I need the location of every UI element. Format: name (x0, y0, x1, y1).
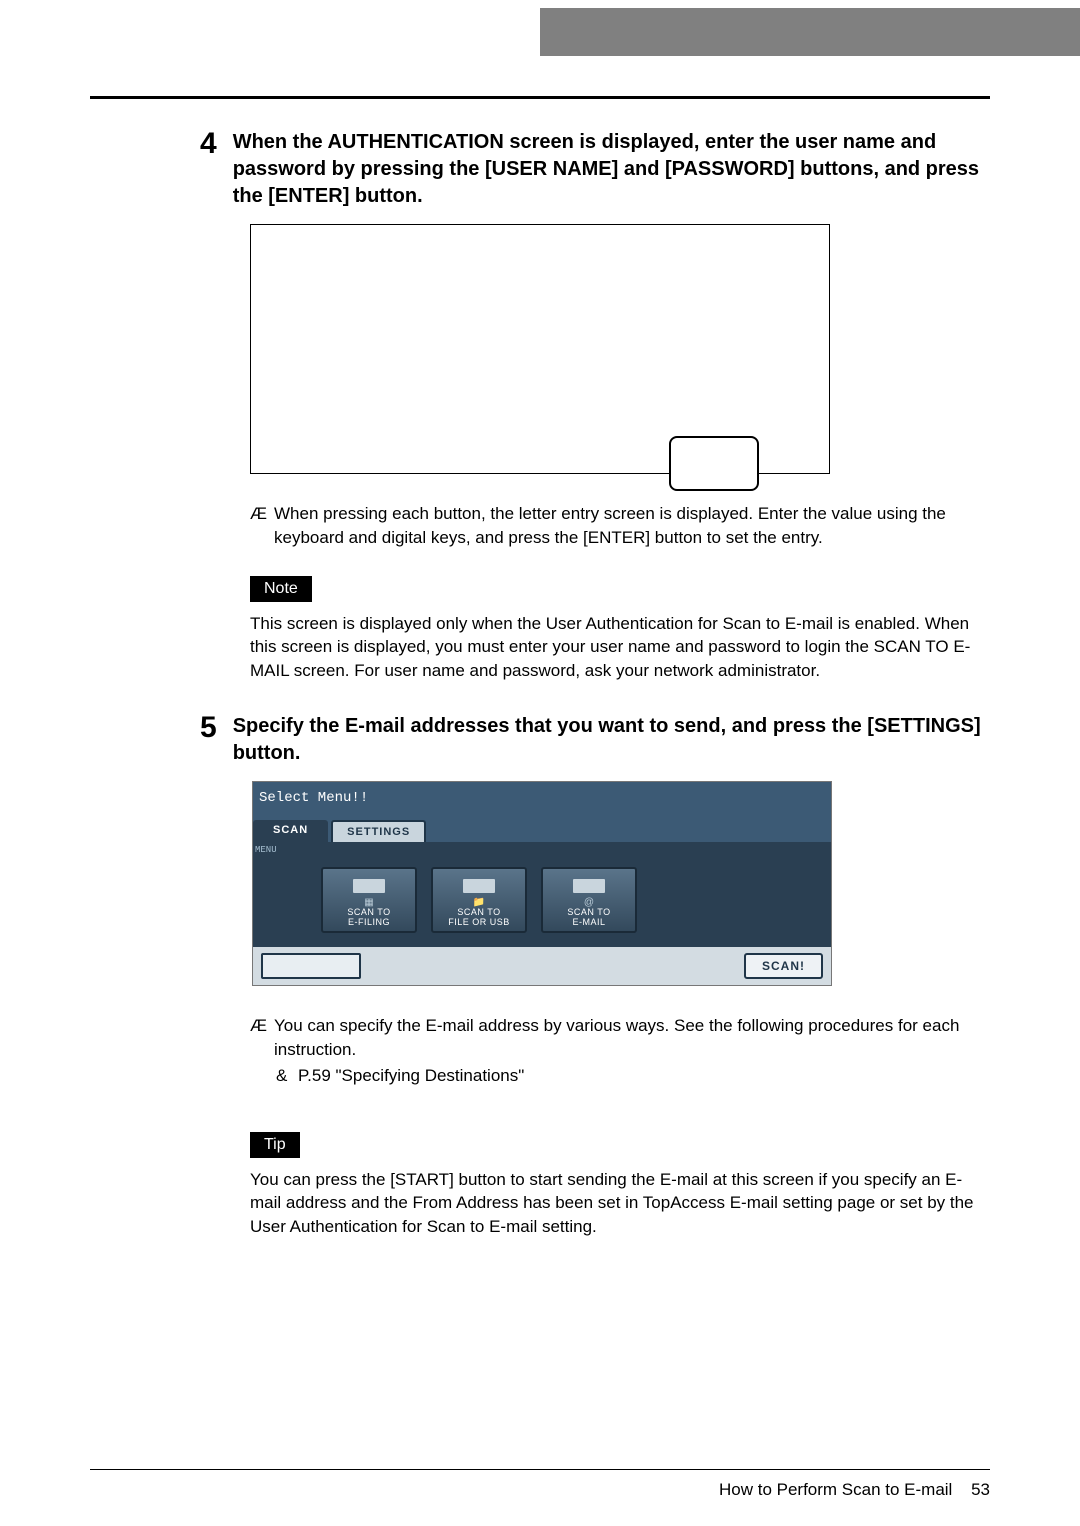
scan-footer: SCAN! (253, 947, 831, 985)
scan-execute-button[interactable]: SCAN! (744, 953, 823, 979)
scan-to-email-button[interactable]: @ SCAN TOE-MAIL (541, 867, 637, 933)
scan-to-email-label: SCAN TOE-MAIL (567, 908, 610, 927)
header-bar (0, 8, 1080, 56)
header-right-gray (540, 8, 1080, 56)
scan-menu-figure: Select Menu!! SCAN SETTINGS MENU ▦ SCAN … (252, 781, 832, 986)
tab-settings[interactable]: SETTINGS (331, 820, 426, 842)
scan-to-efiling-label: SCAN TOE-FILING (347, 908, 390, 927)
footer-title: How to Perform Scan to E-mail (719, 1480, 952, 1499)
enter-button-callout (669, 436, 759, 491)
step-5: 5 Specify the E-mail addresses that you … (90, 713, 990, 767)
tip-label: Tip (250, 1132, 300, 1158)
scan-tab-row: SCAN SETTINGS (253, 820, 831, 843)
destination-slot[interactable] (261, 953, 361, 979)
note-body: This screen is displayed only when the U… (250, 612, 990, 683)
bullet-symbol: Æ (250, 502, 274, 550)
scan-body: MENU ▦ SCAN TOE-FILING 📁 SCAN TOFILE OR … (253, 843, 831, 947)
footer-page-number: 53 (971, 1480, 990, 1499)
top-rule (90, 96, 990, 99)
page-content: 4 When the AUTHENTICATION screen is disp… (0, 56, 1080, 1309)
bullet-symbol: Æ (250, 1014, 274, 1062)
efiling-icon (353, 879, 385, 893)
scan-to-file-button[interactable]: 📁 SCAN TOFILE OR USB (431, 867, 527, 933)
scan-icon-row: ▦ SCAN TOE-FILING 📁 SCAN TOFILE OR USB @… (265, 867, 819, 933)
step-4: 4 When the AUTHENTICATION screen is disp… (90, 129, 990, 210)
tab-scan[interactable]: SCAN (253, 820, 328, 842)
step-5-bullet: Æ You can specify the E-mail address by … (250, 1014, 990, 1062)
page-footer: How to Perform Scan to E-mail 53 (90, 1469, 990, 1500)
sub-bullet-symbol: & (276, 1066, 298, 1086)
step-5-heading: Specify the E-mail addresses that you wa… (233, 713, 990, 767)
authentication-screen-figure (250, 224, 830, 474)
step-4-bullet: Æ When pressing each button, the letter … (250, 502, 990, 550)
scan-to-efiling-button[interactable]: ▦ SCAN TOE-FILING (321, 867, 417, 933)
scan-prompt: Select Menu!! (253, 782, 831, 820)
file-icon (463, 879, 495, 893)
header-left-blank (0, 8, 540, 56)
scan-to-file-label: SCAN TOFILE OR USB (448, 908, 510, 927)
note-label: Note (250, 576, 312, 602)
step-4-number: 4 (90, 129, 217, 210)
step-4-bullet-text: When pressing each button, the letter en… (274, 502, 990, 550)
step-5-number: 5 (90, 713, 217, 767)
step-4-heading: When the AUTHENTICATION screen is displa… (233, 129, 990, 210)
tip-body: You can press the [START] button to star… (250, 1168, 990, 1239)
step-5-bullet-text: You can specify the E-mail address by va… (274, 1014, 990, 1062)
step-5-sub-bullet-text: P.59 "Specifying Destinations" (298, 1066, 524, 1086)
menu-label: MENU (255, 845, 277, 855)
email-icon (573, 879, 605, 893)
step-5-sub-bullet: & P.59 "Specifying Destinations" (276, 1066, 990, 1086)
